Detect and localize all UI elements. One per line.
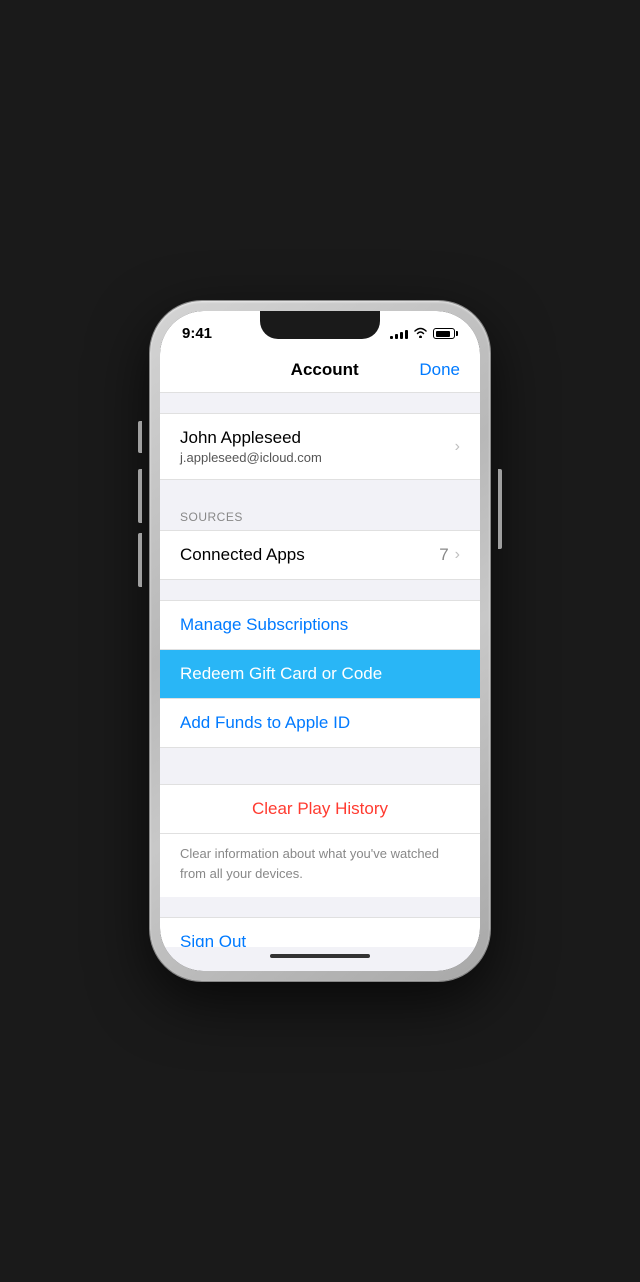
clear-history-description: Clear information about what you've watc…: [180, 846, 439, 881]
signal-bar-1: [390, 336, 393, 339]
status-time: 9:41: [182, 325, 212, 342]
add-funds-label: Add Funds to Apple ID: [180, 713, 350, 733]
add-funds-section: Add Funds to Apple ID: [160, 698, 480, 748]
connected-apps-chevron-icon: ›: [455, 546, 460, 564]
add-funds-row[interactable]: Add Funds to Apple ID: [160, 699, 480, 747]
manage-subscriptions-row[interactable]: Manage Subscriptions: [160, 601, 480, 649]
signal-icon: [390, 328, 408, 339]
gap-signout: [160, 897, 480, 917]
gap-sources: [160, 480, 480, 500]
clear-history-description-row: Clear information about what you've watc…: [160, 834, 480, 897]
done-button[interactable]: Done: [419, 360, 460, 380]
clear-history-label: Clear Play History: [252, 799, 388, 818]
status-icons: [390, 327, 458, 341]
sources-section-header: SOURCES: [160, 500, 480, 530]
phone-frame: 9:41: [150, 301, 490, 981]
sign-out-label: Sign Out: [180, 932, 246, 947]
signal-bar-4: [405, 330, 408, 339]
sign-out-row[interactable]: Sign Out: [160, 918, 480, 947]
connected-apps-count: 7: [439, 545, 448, 565]
manage-subscriptions-label: Manage Subscriptions: [180, 615, 348, 635]
user-email: j.appleseed@icloud.com: [180, 450, 322, 465]
mute-button[interactable]: [138, 421, 142, 453]
connected-apps-right: 7 ›: [439, 545, 460, 565]
connected-apps-label: Connected Apps: [180, 545, 305, 565]
user-name: John Appleseed: [180, 428, 322, 448]
gap-actions: [160, 580, 480, 600]
screen: 9:41: [160, 311, 480, 971]
nav-header: Account Done: [160, 348, 480, 393]
notch: [260, 311, 380, 339]
sources-label: SOURCES: [180, 510, 243, 524]
subscriptions-section: Manage Subscriptions: [160, 600, 480, 650]
sign-out-section: Sign Out: [160, 917, 480, 947]
volume-up-button[interactable]: [138, 469, 142, 523]
wifi-icon: [413, 327, 428, 341]
volume-down-button[interactable]: [138, 533, 142, 587]
redeem-gift-card-label: Redeem Gift Card or Code: [180, 664, 382, 683]
power-button[interactable]: [498, 469, 502, 549]
clear-history-section: Clear Play History Clear information abo…: [160, 784, 480, 897]
home-bar: [160, 947, 480, 971]
battery-icon: [433, 328, 458, 339]
connected-apps-row[interactable]: Connected Apps 7 ›: [160, 530, 480, 580]
user-info: John Appleseed j.appleseed@icloud.com: [180, 428, 322, 465]
page-title: Account: [230, 360, 419, 380]
phone-inner: 9:41: [160, 311, 480, 971]
clear-history-row[interactable]: Clear Play History: [160, 785, 480, 834]
user-account-row[interactable]: John Appleseed j.appleseed@icloud.com ›: [160, 413, 480, 480]
gap-clear: [160, 748, 480, 784]
signal-bar-2: [395, 334, 398, 339]
scroll-content: John Appleseed j.appleseed@icloud.com › …: [160, 393, 480, 947]
home-indicator[interactable]: [270, 954, 370, 958]
signal-bar-3: [400, 332, 403, 339]
gap-top: [160, 393, 480, 413]
chevron-right-icon: ›: [455, 438, 460, 456]
redeem-gift-card-row[interactable]: Redeem Gift Card or Code: [160, 650, 480, 698]
